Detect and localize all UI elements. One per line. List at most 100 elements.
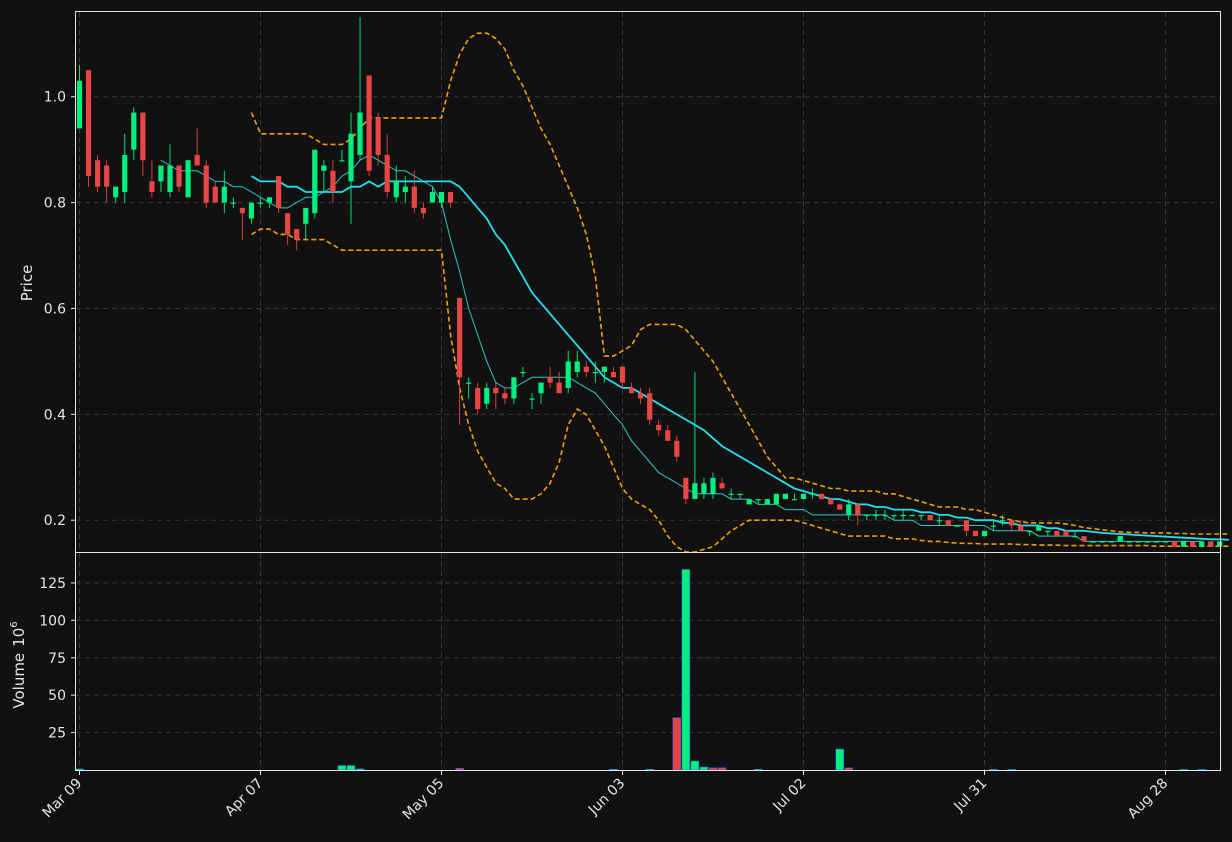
candle-body [665,430,671,441]
candle-body [719,483,725,489]
candle-body [158,165,164,182]
volume-bar [681,569,691,771]
candle-body [819,493,825,500]
candle-body [1045,530,1051,533]
candle-body [113,186,119,198]
candle-body [438,192,445,203]
candle-body [76,80,83,129]
candle-body [1063,530,1069,537]
candle-body [990,525,997,527]
candle-body [1009,520,1015,526]
candle-body [927,514,933,521]
candle-body [1072,536,1078,538]
candle-body [855,504,861,515]
candle-body [502,393,508,399]
volume-bar [75,768,84,771]
volume-tick-label: 100 [39,613,66,629]
candle-body [285,213,291,235]
candle-body [1018,525,1024,531]
candle-body [800,493,807,500]
candle-body [529,398,535,400]
candle-body [520,372,526,374]
candle-body [782,493,788,500]
volume-bar [355,768,365,771]
volume-bar [699,766,709,771]
price-tick-label: 1.0 [44,90,66,106]
volume-axis-exponent-power: 6 [9,621,20,627]
candle-body [547,377,553,383]
volume-tick-label: 25 [48,726,66,742]
candle-body [447,192,454,203]
candle-body [746,499,752,505]
candle-body [248,202,255,219]
candle-body [429,192,436,203]
candle-body [457,297,463,378]
price-tick-label: 0.8 [44,196,66,212]
candle-body [176,165,182,187]
candle-body [357,112,363,155]
candle-body [918,514,924,517]
candle-body [692,483,698,500]
candle-body [312,149,318,214]
candle-body [683,477,689,500]
candle-body [628,387,635,394]
candle-body [95,160,101,187]
candle-body [194,154,200,166]
candle-body [466,382,472,384]
volume-bar [835,748,844,771]
candle-body [339,160,345,162]
candle-body [1144,541,1150,543]
stock-chart: 0.2 0.4 0.6 0.8 1.0 Price 25 50 75 100 125 Volum… [0,0,1232,842]
chart-background [0,0,1232,842]
candle-body [511,377,517,399]
candle-body [791,499,798,501]
volume-bar [844,767,853,771]
candle-body [185,160,191,198]
candle-body [828,499,834,505]
candle-body [936,520,942,522]
candle-body [900,514,906,517]
candle-body [701,483,707,494]
volume-bar [717,767,727,771]
candle-body [411,186,417,208]
candle-body [1117,536,1123,542]
volume-tick-label: 75 [48,651,66,667]
candle-body [230,202,236,204]
candle-body [402,186,408,192]
volume-tick-label: 50 [48,688,66,704]
candle-body [1190,541,1196,547]
candle-body [1000,520,1006,522]
candle-body [647,393,653,420]
candle-body [140,112,146,161]
candle-body [375,117,381,155]
candle-body [846,504,852,515]
candle-body [1171,541,1178,547]
candle-body [755,499,761,501]
candle-body [1162,541,1169,543]
candle-body [619,366,626,383]
candle-body [565,361,571,388]
volume-tick-label: 125 [39,576,66,592]
candle-body [583,366,589,372]
candle-body [1153,541,1160,543]
candle-body [1054,530,1060,537]
candle-body [1036,525,1042,531]
candle-body [266,197,273,203]
candle-body [303,207,309,224]
candle-body [837,504,843,510]
candle-body [1090,541,1096,543]
price-tick-label: 0.6 [44,301,66,317]
candle-body [764,499,770,505]
candle-body [149,181,155,192]
candle-body [809,493,816,495]
candle-body [864,514,870,517]
candle-body [728,493,734,495]
candle-body [674,440,680,457]
candle-body [1199,541,1205,547]
volume-bar [346,765,356,771]
candle-body [366,75,372,171]
candle-body [882,514,888,517]
candle-body [656,424,662,431]
candle-body [484,387,490,404]
candle-body [221,186,227,203]
